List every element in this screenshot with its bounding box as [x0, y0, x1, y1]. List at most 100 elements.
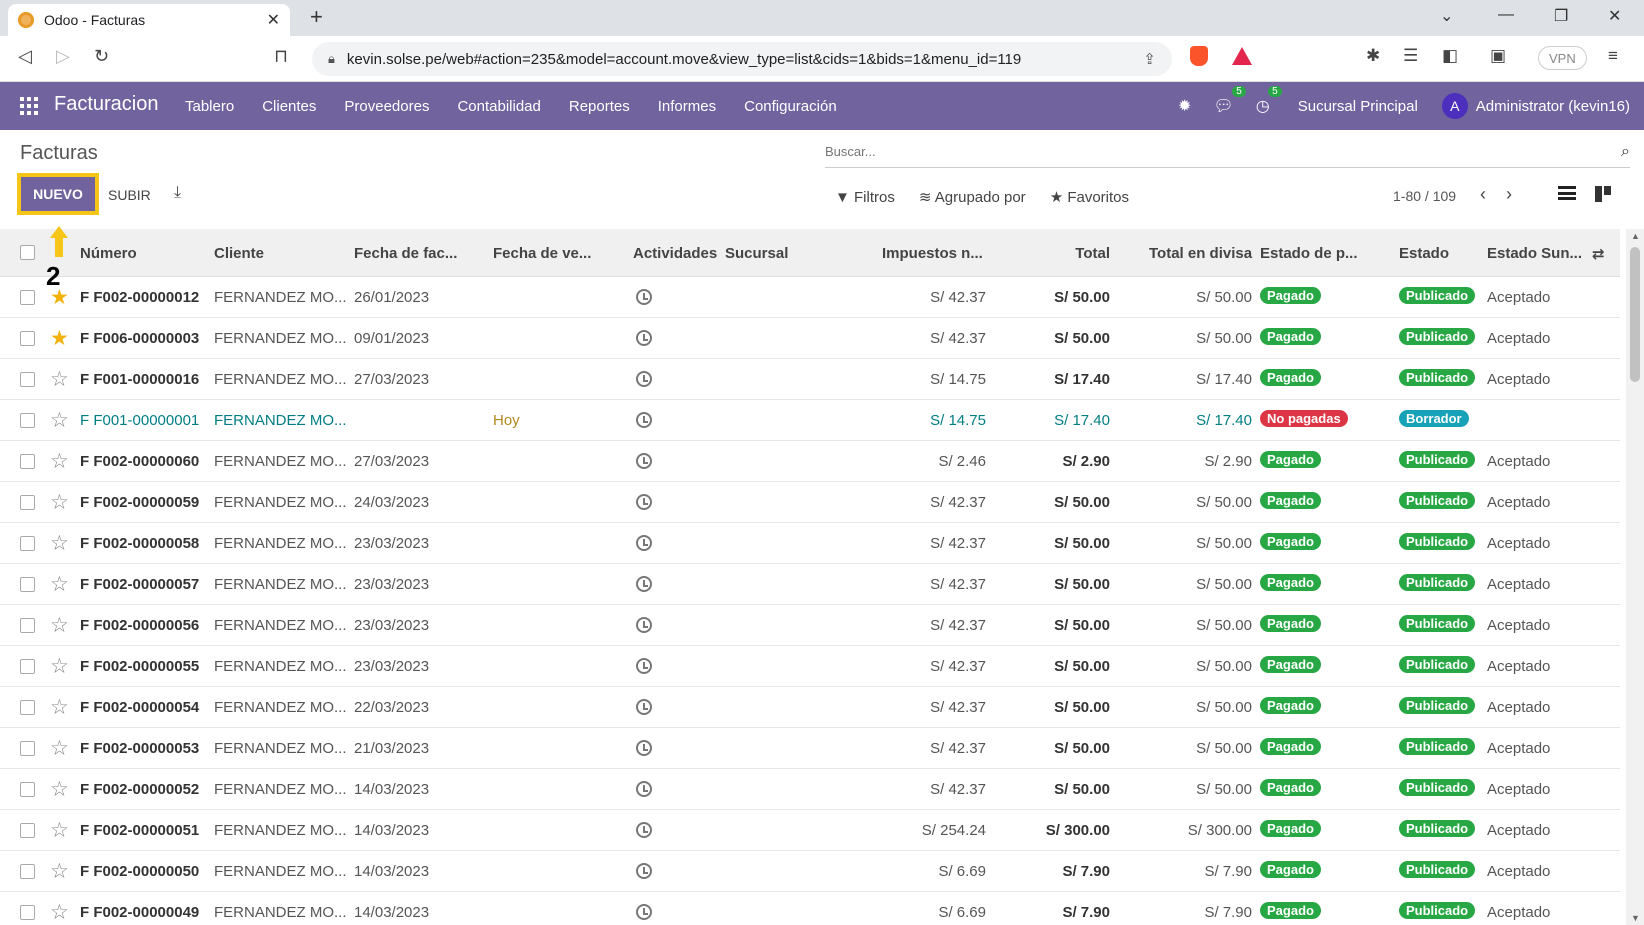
star-icon[interactable]: ☆: [50, 695, 69, 720]
scrollbar[interactable]: ▲ ▼: [1626, 229, 1644, 925]
menu-item-informes[interactable]: Informes: [658, 98, 716, 115]
column-settings-icon[interactable]: ⇄: [1592, 245, 1605, 263]
row-checkbox[interactable]: [20, 782, 35, 797]
back-icon[interactable]: ◁: [18, 46, 32, 67]
row-checkbox[interactable]: [20, 905, 35, 920]
table-row[interactable]: ☆ F F002-00000050 FERNANDEZ MO... 14/03/202…: [0, 851, 1620, 892]
header-total[interactable]: Total: [1030, 245, 1110, 262]
activity-clock-icon[interactable]: [636, 535, 652, 551]
table-row[interactable]: ★ F F002-00000012 FERNANDEZ MO... 26/01/202…: [0, 277, 1620, 318]
user-menu[interactable]: Administrator (kevin16): [1476, 98, 1630, 115]
kanban-view-icon[interactable]: [1595, 186, 1611, 202]
star-icon[interactable]: ☆: [50, 900, 69, 925]
row-checkbox[interactable]: [20, 495, 35, 510]
new-button[interactable]: NUEVO: [17, 173, 99, 215]
row-checkbox[interactable]: [20, 659, 35, 674]
bookmark-icon[interactable]: ⊓: [274, 46, 288, 67]
scrollbar-thumb[interactable]: [1630, 247, 1640, 382]
wallet-icon[interactable]: ▣: [1490, 46, 1506, 66]
activity-clock-icon[interactable]: [636, 453, 652, 469]
table-row[interactable]: ☆ F F001-00000001 FERNANDEZ MO... Hoy S/ 14.…: [0, 400, 1620, 441]
table-row[interactable]: ☆ F F002-00000058 FERNANDEZ MO... 23/03/202…: [0, 523, 1620, 564]
table-row[interactable]: ☆ F F002-00000060 FERNANDEZ MO... 27/03/202…: [0, 441, 1620, 482]
share-icon[interactable]: ⇪: [1143, 50, 1156, 68]
pager-next-icon[interactable]: ›: [1506, 184, 1512, 205]
menu-item-tablero[interactable]: Tablero: [185, 98, 234, 115]
activity-clock-icon[interactable]: [636, 330, 652, 346]
row-checkbox[interactable]: [20, 372, 35, 387]
activity-clock-icon[interactable]: [636, 822, 652, 838]
filters-button[interactable]: ▼ Filtros: [835, 189, 895, 206]
star-icon[interactable]: ☆: [50, 859, 69, 884]
star-icon[interactable]: ☆: [50, 777, 69, 802]
search-input[interactable]: [825, 144, 1622, 159]
menu-item-contabilidad[interactable]: Contabilidad: [457, 98, 540, 115]
table-row[interactable]: ☆ F F002-00000052 FERNANDEZ MO... 14/03/202…: [0, 769, 1620, 810]
reload-icon[interactable]: ↻: [94, 46, 109, 67]
debug-bug-icon[interactable]: ✹: [1178, 96, 1191, 116]
menu-item-proveedores[interactable]: Proveedores: [344, 98, 429, 115]
row-checkbox[interactable]: [20, 741, 35, 756]
forward-icon[interactable]: ▷: [56, 46, 70, 67]
row-checkbox[interactable]: [20, 577, 35, 592]
restore-icon[interactable]: ❐: [1554, 6, 1568, 26]
table-row[interactable]: ☆ F F002-00000055 FERNANDEZ MO... 23/03/202…: [0, 646, 1620, 687]
activity-clock-icon[interactable]: [636, 617, 652, 633]
table-row[interactable]: ☆ F F002-00000059 FERNANDEZ MO... 24/03/202…: [0, 482, 1620, 523]
app-brand[interactable]: Facturacion: [54, 93, 159, 116]
list-view-icon[interactable]: [1558, 186, 1576, 200]
close-tab-icon[interactable]: ✕: [267, 10, 280, 30]
row-checkbox[interactable]: [20, 536, 35, 551]
activity-clock-icon[interactable]: [636, 699, 652, 715]
activity-clock-icon[interactable]: [636, 863, 652, 879]
row-checkbox[interactable]: [20, 823, 35, 838]
table-row[interactable]: ☆ F F002-00000054 FERNANDEZ MO... 22/03/202…: [0, 687, 1620, 728]
row-checkbox[interactable]: [20, 413, 35, 428]
header-impuestos[interactable]: Impuestos n...: [882, 245, 983, 262]
apps-menu-icon[interactable]: [20, 97, 38, 115]
new-tab-icon[interactable]: +: [310, 4, 323, 30]
activity-clock-icon[interactable]: [636, 658, 652, 674]
extensions-icon[interactable]: ✱: [1366, 46, 1380, 66]
activity-clock-icon[interactable]: [636, 412, 652, 428]
brave-shield-icon[interactable]: [1190, 46, 1208, 66]
activities-clock-icon[interactable]: ◷ 5: [1256, 86, 1282, 116]
star-icon[interactable]: ☆: [50, 613, 69, 638]
messages-icon[interactable]: 💬︎ 5: [1213, 86, 1246, 116]
select-all-checkbox[interactable]: [20, 245, 35, 260]
row-checkbox[interactable]: [20, 700, 35, 715]
menu-item-reportes[interactable]: Reportes: [569, 98, 630, 115]
activity-clock-icon[interactable]: [636, 494, 652, 510]
star-icon[interactable]: ☆: [50, 736, 69, 761]
groupby-button[interactable]: ≋ Agrupado por: [919, 188, 1026, 206]
scroll-up-icon[interactable]: ▲: [1631, 231, 1640, 241]
minimize-icon[interactable]: —: [1498, 6, 1514, 24]
star-icon[interactable]: ☆: [50, 367, 69, 392]
row-checkbox[interactable]: [20, 454, 35, 469]
pager-previous-icon[interactable]: ‹: [1480, 184, 1486, 205]
activity-clock-icon[interactable]: [636, 371, 652, 387]
star-icon[interactable]: ☆: [50, 818, 69, 843]
activity-clock-icon[interactable]: [636, 904, 652, 920]
row-checkbox[interactable]: [20, 618, 35, 633]
table-row[interactable]: ☆ F F002-00000049 FERNANDEZ MO... 14/03/202…: [0, 892, 1620, 925]
star-icon[interactable]: ☆: [50, 531, 69, 556]
star-icon[interactable]: ★: [50, 326, 69, 351]
browser-menu-icon[interactable]: ≡: [1608, 46, 1618, 66]
header-sucursal[interactable]: Sucursal: [725, 245, 788, 262]
scroll-down-icon[interactable]: ▼: [1631, 913, 1640, 923]
avatar[interactable]: A: [1441, 93, 1468, 119]
table-row[interactable]: ☆ F F002-00000053 FERNANDEZ MO... 21/03/202…: [0, 728, 1620, 769]
vpn-button[interactable]: VPN: [1538, 46, 1587, 70]
row-checkbox[interactable]: [20, 290, 35, 305]
activity-clock-icon[interactable]: [636, 576, 652, 592]
star-icon[interactable]: ☆: [50, 449, 69, 474]
activity-clock-icon[interactable]: [636, 781, 652, 797]
star-icon[interactable]: ☆: [50, 654, 69, 679]
activity-clock-icon[interactable]: [636, 740, 652, 756]
sidebar-icon[interactable]: ◧: [1442, 46, 1458, 66]
pager-value[interactable]: 1-80 / 109: [1393, 188, 1456, 204]
header-estado-sunat[interactable]: Estado Sun...: [1487, 245, 1582, 262]
table-row[interactable]: ★ F F006-00000003 FERNANDEZ MO... 09/01/202…: [0, 318, 1620, 359]
header-fecha-factura[interactable]: Fecha de fac...: [354, 245, 457, 262]
